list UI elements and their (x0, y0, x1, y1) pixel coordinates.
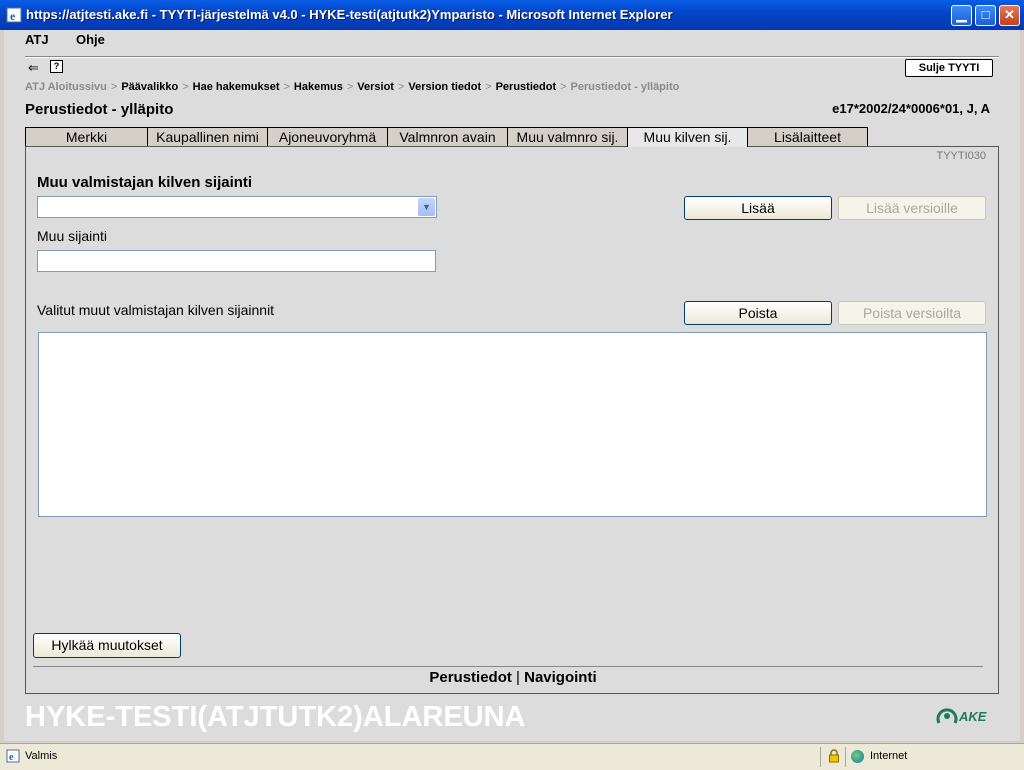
breadcrumb-separator: > (560, 81, 567, 93)
footer-divider (33, 666, 983, 667)
breadcrumb-main-menu[interactable]: Päävalikko (121, 81, 178, 93)
discard-changes-button[interactable]: Hylkää muutokset (33, 633, 181, 658)
tab-panel: TYYTI030 Muu valmistajan kilven sijainti… (25, 146, 999, 694)
title-bar: e https://atjtesti.ake.fi - TYYTI-järjes… (0, 0, 1024, 30)
svg-text:e: e (10, 9, 16, 23)
status-bar: e Valmis Internet (0, 743, 1024, 770)
breadcrumb-current: Perustiedot - ylläpito (570, 81, 680, 93)
page-identifier: e17*2002/24*0006*01, J, A (832, 101, 990, 116)
breadcrumb-basic-info[interactable]: Perustiedot (496, 81, 557, 93)
tab-ajoneuvoryhma[interactable]: Ajoneuvoryhmä (267, 127, 388, 146)
window-title: https://atjtesti.ake.fi - TYYTI-järjeste… (26, 7, 673, 22)
back-arrow-icon[interactable]: ⇐ (28, 60, 39, 76)
breadcrumb-separator: > (110, 81, 118, 93)
chevron-down-icon[interactable]: ▼ (418, 198, 435, 216)
remove-button[interactable]: Poista (684, 301, 832, 325)
breadcrumb-separator: > (182, 81, 189, 93)
breadcrumb-application[interactable]: Hakemus (294, 81, 343, 93)
breadcrumb-separator: > (346, 81, 354, 93)
add-button[interactable]: Lisää (684, 196, 832, 220)
add-to-versions-button[interactable]: Lisää versioille (838, 196, 986, 220)
tab-muu-valmnro-sij[interactable]: Muu valmnro sij. (507, 127, 628, 146)
selected-locations-label: Valitut muut valmistajan kilven sijainni… (37, 302, 275, 318)
footer-link-navigation[interactable]: Navigointi (524, 669, 597, 686)
breadcrumb-separator: > (283, 81, 290, 93)
location-label: Muu valmistajan kilven sijainti (37, 174, 253, 191)
other-location-input[interactable] (37, 250, 436, 272)
other-location-label: Muu sijainti (37, 228, 108, 244)
menu-bar: ATJ Ohje (4, 30, 1020, 52)
environment-banner: HYKE-TESTI(ATJTUTK2)ALAREUNA (25, 701, 526, 733)
svg-text:e: e (9, 752, 14, 763)
tab-kaupallinen-nimi[interactable]: Kaupallinen nimi (147, 127, 268, 146)
lock-icon (829, 749, 839, 763)
breadcrumb-home[interactable]: ATJ Aloitussivu (25, 81, 107, 93)
page-title: Perustiedot - ylläpito (25, 101, 174, 118)
page-icon: e (6, 749, 20, 763)
maximize-button[interactable]: □ (975, 5, 996, 26)
selected-locations-list[interactable] (38, 332, 987, 517)
toolbar-divider (25, 56, 999, 58)
footer-separator: | (516, 669, 520, 686)
browser-window: e https://atjtesti.ake.fi - TYYTI-järjes… (0, 0, 1024, 770)
tab-lisalaitteet[interactable]: Lisälaitteet (747, 127, 868, 146)
status-text: Valmis (25, 750, 58, 762)
help-icon[interactable]: ? (50, 60, 63, 73)
breadcrumb: ATJ Aloitussivu > Päävalikko > Hae hakemukse… (25, 81, 679, 93)
breadcrumb-versions[interactable]: Versiot (357, 81, 394, 93)
status-divider (820, 747, 821, 767)
browser-content: ATJ Ohje ⇐ ? Sulje TYYTI ATJ Aloitussivu… (4, 30, 1020, 741)
security-zone: Internet (870, 750, 908, 762)
close-tyyti-button[interactable]: Sulje TYYTI (905, 59, 993, 77)
tab-valmnron-avain[interactable]: Valmnron avain (387, 127, 508, 146)
ake-logo-text: AKE (958, 709, 987, 724)
breadcrumb-separator: > (485, 81, 492, 93)
tab-merkki[interactable]: Merkki (25, 127, 148, 146)
globe-icon (851, 750, 864, 763)
breadcrumb-search[interactable]: Hae hakemukset (193, 81, 280, 93)
breadcrumb-separator: > (397, 81, 405, 93)
remove-from-versions-button[interactable]: Poista versioilta (838, 301, 986, 325)
ake-logo-icon: AKE (936, 708, 987, 724)
menu-atj[interactable]: ATJ (25, 32, 49, 47)
tab-muu-kilven-sij[interactable]: Muu kilven sij. (627, 127, 748, 147)
location-select[interactable]: ▼ (37, 196, 437, 218)
breadcrumb-version-info[interactable]: Version tiedot (408, 81, 481, 93)
menu-help[interactable]: Ohje (76, 32, 105, 47)
ie-icon: e (6, 7, 22, 23)
screen-code: TYYTI030 (936, 150, 986, 162)
footer-link-basic-info[interactable]: Perustiedot (429, 669, 512, 686)
close-window-button[interactable]: ✕ (999, 5, 1020, 26)
status-divider (845, 747, 846, 767)
minimize-button[interactable]: ▁ (951, 5, 972, 26)
footer-nav: Perustiedot | Navigointi (26, 669, 1000, 686)
